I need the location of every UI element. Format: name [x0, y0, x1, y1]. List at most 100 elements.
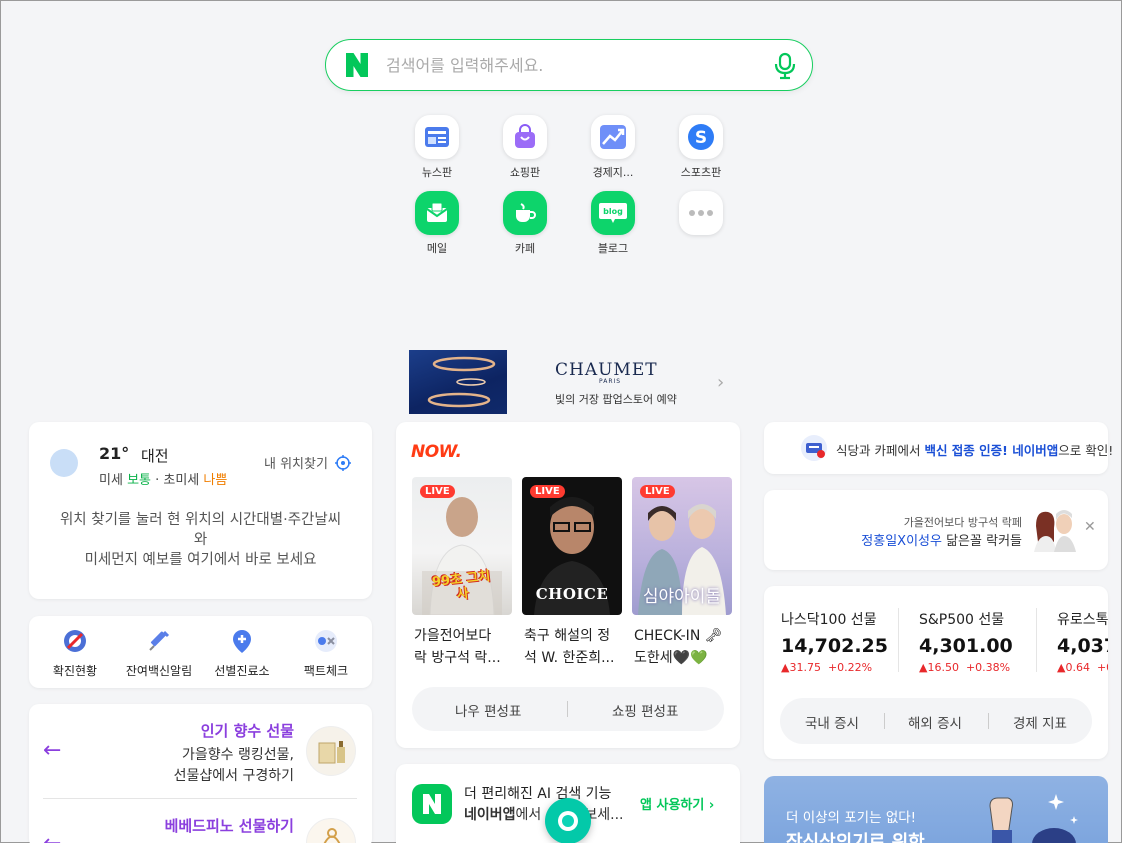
ad-card[interactable]: 가을전어보다 방구석 락페 정홍일X이성우 닮은꼴 락커들 ✕ — [764, 490, 1108, 570]
gift-image — [306, 818, 356, 843]
tab-economic-index[interactable]: 경제 지표 — [1013, 712, 1067, 732]
tab-shopping-schedule[interactable]: 쇼핑 편성표 — [612, 700, 678, 720]
app-label: 스포츠판 — [680, 166, 722, 179]
divider — [898, 608, 899, 672]
live-badge: LIVE — [640, 485, 675, 498]
app-sports[interactable]: S 스포츠판 — [661, 115, 741, 180]
arrow-left-icon[interactable]: ← — [43, 831, 61, 843]
quick-item-vaccine[interactable]: 잔여백신알림 — [116, 628, 202, 679]
app-more[interactable] — [661, 191, 741, 235]
now-tile-1[interactable]: 99초 그치사 LIVE — [412, 477, 512, 615]
blog-icon: blog — [591, 191, 635, 235]
news-icon — [415, 115, 459, 159]
tab-overseas[interactable]: 해외 증시 — [908, 712, 962, 732]
now-tile-3[interactable]: 심야아이돌 LIVE — [632, 477, 732, 615]
live-badge: LIVE — [420, 485, 455, 498]
close-icon[interactable]: ✕ — [1084, 519, 1096, 535]
app-label: 블로그 — [597, 242, 629, 255]
app-blog[interactable]: blog 블로그 — [573, 191, 653, 256]
quick-item-clinic[interactable]: 선별진료소 — [199, 628, 285, 679]
naver-app-icon — [412, 784, 452, 824]
banner-brand: CHAUMET — [555, 360, 658, 380]
thumb-text: CHOICE — [535, 585, 609, 603]
app-shopping[interactable]: 쇼핑판 — [485, 115, 565, 180]
use-app-link[interactable]: 앱 사용하기 › — [640, 794, 714, 813]
naver-logo-icon[interactable] — [344, 52, 370, 78]
banner-image — [409, 350, 507, 414]
shopping-bag-icon — [503, 115, 547, 159]
fist-illustration — [989, 794, 1078, 843]
thumb-text: 심야아이돌 — [642, 587, 722, 607]
covid-quick-links: 확진현황 잔여백신알림 선별진료소 팩트체크 — [29, 616, 372, 688]
divider — [43, 798, 357, 799]
microphone-icon[interactable] — [772, 52, 798, 80]
app-label: 쇼핑판 — [509, 166, 541, 179]
app-cafe[interactable]: 카페 — [485, 191, 565, 256]
app-label: 메일 — [426, 242, 448, 255]
gift-item-perfume[interactable]: 인기 향수 선물 가을향수 랭킹선물, 선물샵에서 구경하기 — [174, 720, 294, 785]
live-badge: LIVE — [530, 485, 565, 498]
promo-line1: 더 편리해진 AI 검색 기능 — [464, 786, 612, 802]
cafe-icon — [503, 191, 547, 235]
recruit-line1: 더 이상의 포기는 없다! — [786, 810, 917, 826]
gift-item-bebedepino[interactable]: 베베드피노 선물하기 — [165, 815, 294, 836]
app-mail[interactable]: 메일 — [397, 191, 477, 256]
banner-brand-sub: PARIS — [599, 378, 622, 385]
chevron-right-icon[interactable]: › — [717, 372, 724, 393]
app-economy[interactable]: 경제지... — [573, 115, 653, 180]
search-bar[interactable] — [325, 39, 813, 91]
ad-image — [1034, 510, 1076, 552]
banner-text: 빛의 거장 팝업스토어 예약 — [555, 393, 677, 406]
weather-temp: 21° — [99, 444, 130, 463]
now-title-1[interactable]: 가을전어보다 락 방구석 락... — [414, 625, 518, 669]
quick-item-status[interactable]: 확진현황 — [32, 628, 118, 679]
dust-info: 미세 보통 · 초미세 나쁨 — [99, 473, 228, 488]
locate-button[interactable]: 내 위치찾기 — [264, 453, 352, 472]
recruit-line2: 장신상의기로 위한 — [786, 832, 925, 843]
svg-text:S: S — [695, 128, 707, 148]
now-title-3[interactable]: CHECK-IN 🗝 도한세🖤💚 — [634, 625, 738, 669]
perfume-image — [306, 726, 356, 776]
vaccine-banner[interactable]: 식당과 카페에서 백신 접종 인증! 네이버앱으로 확인! — [764, 422, 1113, 474]
vaccine-certificate-icon — [801, 435, 827, 461]
app-news[interactable]: 뉴스판 — [397, 115, 477, 180]
gift-card: ← 인기 향수 선물 가을향수 랭킹선물, 선물샵에서 구경하기 베베드피노 선… — [29, 704, 372, 843]
stock-chart-icon — [591, 115, 635, 159]
recruit-banner[interactable]: 더 이상의 포기는 없다! 장신상의기로 위한 — [764, 776, 1108, 843]
weather-city: 대전 — [141, 447, 169, 465]
sports-icon: S — [679, 115, 723, 159]
app-label: 카페 — [514, 242, 536, 255]
syringe-icon — [149, 630, 170, 651]
green-dot-button[interactable] — [545, 798, 591, 843]
divider — [1036, 608, 1037, 672]
stock-item[interactable]: 유로스톡 4,037. ▲0.64 +0 — [1057, 609, 1108, 674]
stock-card: 나스닥100 선물 14,702.25 ▲31.75 +0.22% S&P500… — [764, 586, 1108, 759]
app-label: 경제지... — [592, 166, 634, 179]
app-label: 뉴스판 — [421, 166, 453, 179]
virus-icon — [64, 630, 86, 652]
stock-tabs: 국내 증시 해외 증시 경제 지표 — [780, 698, 1092, 744]
quick-item-factcheck[interactable]: 팩트체크 — [283, 628, 369, 679]
tab-domestic[interactable]: 국내 증시 — [805, 712, 859, 732]
now-schedule-tabs: 나우 편성표 쇼핑 편성표 — [412, 687, 724, 731]
now-logo: NOW. — [411, 442, 462, 462]
divider — [988, 713, 989, 729]
weather-card: 21° 대전 미세 보통 · 초미세 나쁨 내 위치찾기 위치 찾기를 눌러 현… — [29, 422, 372, 599]
location-pin-icon — [233, 630, 251, 653]
now-card: NOW. 99초 그치사 LIVE CHOICE LIVE 심야아이돌 LIVE… — [396, 422, 740, 748]
stock-item[interactable]: S&P500 선물 4,301.00 ▲16.50 +0.38% — [919, 609, 1013, 674]
svg-text:blog: blog — [603, 207, 623, 216]
ad-line1: 가을전어보다 방구석 락페 — [903, 516, 1022, 529]
fact-check-icon — [315, 630, 337, 652]
promo-line2: 네이버앱에서 사용해보세... — [464, 807, 624, 823]
arrow-left-icon[interactable]: ← — [43, 738, 61, 763]
tab-now-schedule[interactable]: 나우 편성표 — [455, 700, 521, 720]
now-title-2[interactable]: 축구 해설의 정 석 W. 한준희... — [524, 625, 628, 669]
mail-icon — [415, 191, 459, 235]
divider — [567, 701, 568, 717]
stock-item[interactable]: 나스닥100 선물 14,702.25 ▲31.75 +0.22% — [781, 609, 888, 674]
search-input[interactable] — [386, 52, 756, 78]
ad-banner[interactable]: CHAUMET PARIS 빛의 거장 팝업스토어 예약 › — [409, 350, 739, 414]
ad-line2: 정홍일X이성우 닮은꼴 락커들 — [861, 534, 1022, 549]
now-tile-2[interactable]: CHOICE LIVE — [522, 477, 622, 615]
